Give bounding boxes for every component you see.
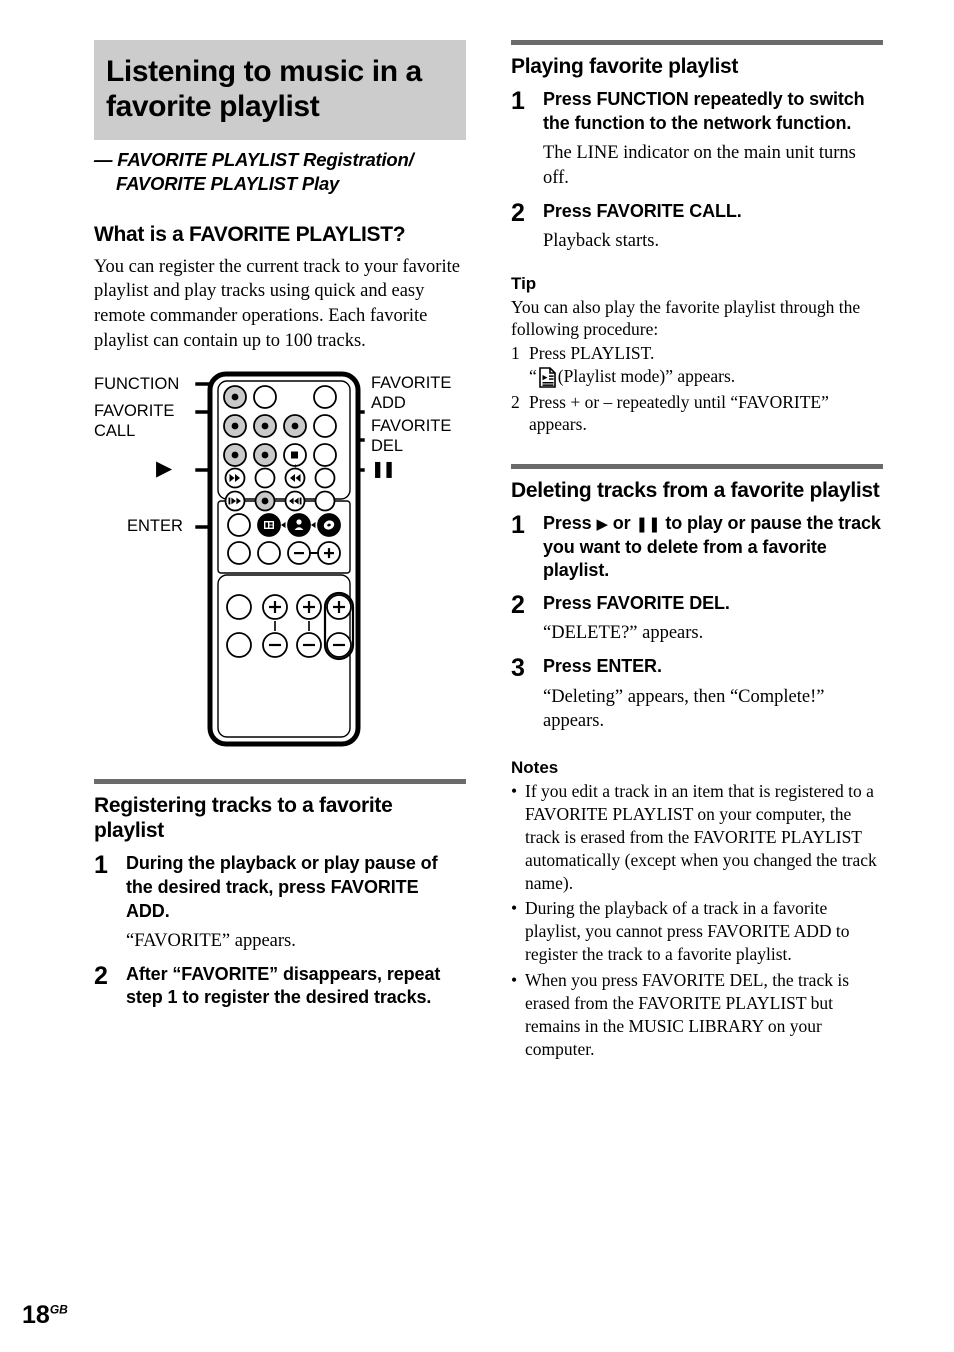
remote-label-favorite-del: FAVORITE DEL — [371, 417, 452, 455]
playing-section: Playing favorite playlist 1 Press FUNCTI… — [511, 40, 883, 254]
step-title: Press FAVORITE DEL. — [543, 592, 730, 613]
step-item: 1 During the playback or play pause of t… — [94, 852, 466, 953]
deleting-section: Deleting tracks from a favorite playlist… — [511, 463, 883, 734]
page-number: 18GB — [22, 1301, 68, 1330]
notes-heading: Notes — [511, 757, 559, 777]
notes-section: Notes • If you edit a track in an item t… — [511, 758, 883, 1061]
tip-item-text: Press + or – repeatedly until “FAVORITE”… — [529, 391, 829, 435]
remote-commander-figure: - + FUNCTION FAVORITE CALL ▶ ENTER FAVOR… — [94, 367, 466, 757]
page-number-value: 18 — [22, 1301, 50, 1329]
svg-text:+: + — [293, 463, 298, 470]
step-number: 3 — [511, 653, 525, 682]
registering-section: Registering tracks to a favorite playlis… — [94, 779, 466, 1010]
step-number: 1 — [94, 851, 108, 880]
step-number: 2 — [511, 198, 525, 227]
page-number-suffix: GB — [49, 1302, 68, 1317]
playing-heading: Playing favorite playlist — [511, 55, 739, 78]
step-item: 3 Press ENTER. “Deleting” appears, then … — [511, 655, 883, 734]
remote-label-enter: ENTER — [127, 517, 183, 536]
step-title-pre: Press — [543, 513, 597, 534]
tip-item: 1 Press PLAYLIST. — [511, 342, 883, 365]
page-subtitle: — FAVORITE PLAYLIST Registration/ FAVORI… — [94, 149, 414, 194]
page-title-banner: Listening to music in a favorite playlis… — [94, 40, 466, 141]
step-item: 1 Press FUNCTION repeatedly to switch th… — [511, 88, 883, 190]
tip-icon-suffix: (Playlist mode)” appears. — [557, 366, 736, 387]
step-number: 1 — [511, 87, 525, 116]
step-result: Playback starts. — [543, 231, 660, 252]
section-rule — [511, 463, 883, 469]
remote-label-play-icon: ▶ — [156, 456, 173, 481]
manual-page: Listening to music in a favorite playlis… — [0, 0, 954, 1352]
tip-item-number: 2 — [511, 391, 520, 412]
svg-text:-: - — [233, 463, 235, 470]
remote-label-function: FUNCTION — [94, 375, 180, 394]
note-text: During the playback of a track in a favo… — [525, 898, 850, 965]
note-item: • If you edit a track in an item that is… — [511, 780, 883, 895]
step-result: The LINE indicator on the main unit turn… — [543, 143, 856, 188]
step-number: 2 — [511, 590, 525, 619]
tip-icon-line: “ (Playlist mode)” appears. — [511, 364, 883, 389]
tip-item: 2 Press + or – repeatedly until “FAVORIT… — [511, 391, 883, 436]
step-result: “FAVORITE” appears. — [126, 931, 296, 952]
note-bullet: • — [511, 898, 518, 919]
left-column: Listening to music in a favorite playlis… — [94, 40, 466, 1012]
note-item: • During the playback of a track in a fa… — [511, 897, 883, 966]
step-title: Press ENTER. — [543, 655, 662, 676]
tip-item-number: 1 — [511, 342, 520, 363]
deleting-heading: Deleting tracks from a favorite playlist — [511, 478, 880, 502]
section-rule — [511, 40, 883, 45]
note-text: When you press FAVORITE DEL, the track i… — [525, 969, 850, 1059]
step-result: “DELETE?” appears. — [543, 623, 704, 644]
remote-label-favorite-add: FAVORITE ADD — [371, 374, 452, 412]
playlist-mode-icon — [538, 366, 556, 388]
remote-label-pause-icon: ❚❚ — [371, 459, 396, 479]
step-number: 1 — [511, 511, 525, 540]
note-bullet: • — [511, 969, 518, 990]
what-is-heading: What is a FAVORITE PLAYLIST? — [94, 222, 406, 246]
step-item: 2 Press FAVORITE DEL. “DELETE?” appears. — [511, 592, 883, 646]
page-title: Listening to music in a favorite playlis… — [106, 55, 422, 124]
what-is-body: You can register the current track to yo… — [94, 256, 460, 351]
step-title: Press FAVORITE CALL. — [543, 200, 742, 221]
right-column: Playing favorite playlist 1 Press FUNCTI… — [511, 40, 883, 1061]
step-title-mid: or — [607, 513, 636, 534]
remote-label-favorite-call: FAVORITE CALL — [94, 402, 175, 440]
tip-section: Tip You can also play the favorite playl… — [511, 274, 883, 436]
step-item: 1 Press ▶ or ❚❚ to play or pause the tra… — [511, 512, 883, 583]
pause-icon: ❚❚ — [635, 515, 661, 534]
note-bullet: • — [511, 780, 518, 801]
step-number: 2 — [94, 961, 108, 990]
note-item: • When you press FAVORITE DEL, the track… — [511, 969, 883, 1061]
play-icon: ▶ — [596, 515, 608, 534]
note-text: If you edit a track in an item that is r… — [525, 780, 877, 894]
tip-intro: You can also play the favorite playlist … — [511, 296, 861, 340]
step-title: Press FUNCTION repeatedly to switch the … — [543, 89, 865, 133]
step-item: 2 After “FAVORITE” disappears, repeat st… — [94, 963, 466, 1010]
tip-item-text: Press PLAYLIST. — [529, 342, 655, 363]
step-item: 2 Press FAVORITE CALL. Playback starts. — [511, 200, 883, 254]
step-title: During the playback or play pause of the… — [126, 853, 438, 921]
step-title: After “FAVORITE” disappears, repeat step… — [126, 963, 441, 1008]
step-title: Press ▶ or ❚❚ to play or pause the track… — [543, 512, 883, 583]
section-rule — [94, 779, 466, 785]
tip-icon-prefix: “ — [529, 366, 537, 387]
registering-heading: Registering tracks to a favorite playlis… — [94, 794, 393, 843]
tip-heading: Tip — [511, 273, 537, 293]
step-result: “Deleting” appears, then “Complete!” app… — [543, 686, 825, 732]
